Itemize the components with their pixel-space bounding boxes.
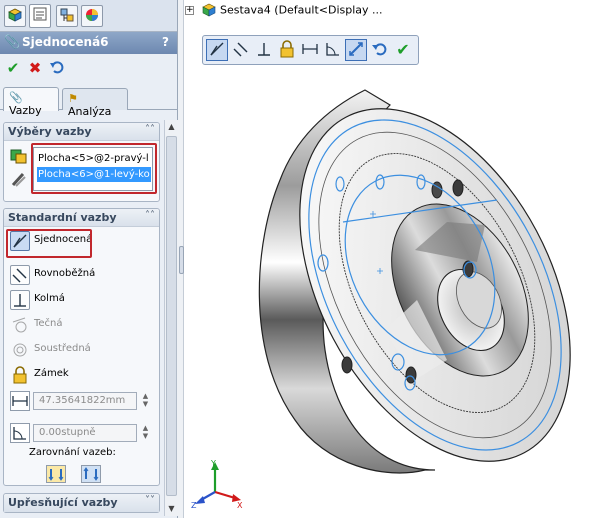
- expand-chevron-icon[interactable]: ˅˅: [145, 495, 155, 506]
- help-button[interactable]: ?: [162, 35, 169, 49]
- distance-value-field[interactable]: 47.35641822mm: [33, 392, 137, 410]
- feature-manager-icon: [8, 8, 22, 22]
- property-manager-title-bar: 📎 Sjednocená6 ?: [0, 32, 177, 54]
- property-manager-icon: [33, 7, 47, 21]
- display-manager-icon: [86, 9, 98, 21]
- tangent-label: Tečná: [34, 318, 63, 329]
- mate-alignment-label: Zarovnání vazeb:: [29, 447, 116, 458]
- scroll-thumb[interactable]: [166, 136, 177, 496]
- triad-x-label: X: [237, 501, 243, 510]
- property-manager-scroll-area: Výběry vazby ˄˄ Plocha<5>@2-pravý-l Ploc…: [0, 112, 178, 518]
- paperclip-icon: 📎: [9, 91, 23, 104]
- property-manager-tab[interactable]: [29, 4, 51, 28]
- configuration-manager-tab[interactable]: [56, 5, 78, 27]
- standard-mates-header[interactable]: Standardní vazby ˄˄: [4, 209, 159, 227]
- display-manager-tab[interactable]: [81, 5, 103, 27]
- mate-selection-entities-icon: [9, 147, 29, 168]
- anti-aligned-icon: [81, 465, 101, 483]
- triad-z-label: Z: [191, 501, 197, 510]
- splitter-grip-icon[interactable]: [179, 246, 184, 274]
- mate-subtabs: 📎 Vazby ⚑ Analýza: [0, 82, 177, 118]
- angle-icon[interactable]: [10, 423, 30, 446]
- solidworks-window: 📎 Sjednocená6 ? ✔ ✖ 📎 Vazby ⚑ Analýza Vý…: [0, 0, 590, 518]
- reference-triad: Y X Z: [191, 459, 243, 510]
- collapse-chevron-icon[interactable]: ˄˄: [145, 210, 155, 221]
- mate-selections-header[interactable]: Výběry vazby ˄˄: [4, 123, 159, 141]
- selection-highlight-frame: [31, 143, 157, 194]
- panel-splitter[interactable]: [178, 0, 184, 518]
- triad-y-label: Y: [210, 459, 216, 468]
- tab-mates[interactable]: 📎 Vazby: [3, 87, 59, 117]
- advanced-mates-title: Upřesňující vazby: [8, 496, 118, 509]
- graphics-area[interactable]: + Sestava4 (Default<Display ... ✔ Y X Z: [185, 0, 590, 518]
- standard-mates-group: Standardní vazby ˄˄ Sjednocená Rovnoběžn…: [3, 208, 160, 486]
- mate-selections-group: Výběry vazby ˄˄ Plocha<5>@2-pravý-l Ploc…: [3, 122, 160, 202]
- aligned-icon: [46, 465, 66, 483]
- parallel-icon: [10, 265, 30, 285]
- cancel-x-icon[interactable]: ✖: [26, 59, 44, 77]
- property-manager-content: Výběry vazby ˄˄ Plocha<5>@2-pravý-l Ploc…: [0, 112, 160, 518]
- lock-icon: [10, 365, 30, 385]
- concentric-label: Soustředná: [34, 343, 91, 354]
- anti-aligned-button[interactable]: [81, 465, 101, 486]
- model-view[interactable]: [185, 0, 590, 518]
- property-manager-panel: 📎 Sjednocená6 ? ✔ ✖ 📎 Vazby ⚑ Analýza Vý…: [0, 0, 178, 518]
- perpendicular-icon: [10, 290, 30, 310]
- distance-spinner[interactable]: ▲ ▼: [139, 392, 152, 410]
- tab-analysis[interactable]: ⚑ Analýza: [62, 88, 128, 118]
- mate-selections-title: Výběry vazby: [8, 125, 92, 138]
- tangent-icon: [10, 315, 30, 335]
- concentric-icon: [10, 340, 30, 360]
- manager-tabs: [0, 0, 177, 32]
- aligned-button[interactable]: [46, 465, 66, 486]
- property-manager-scrollbar[interactable]: ▲ ▼: [164, 120, 178, 516]
- angle-spinner[interactable]: ▲ ▼: [139, 424, 152, 442]
- coincident-highlight-frame: [6, 229, 92, 258]
- advanced-mates-header[interactable]: Upřesňující vazby ˅˅: [4, 494, 159, 512]
- undo-icon: [50, 61, 64, 74]
- advanced-mates-group: Upřesňující vazby ˅˅: [3, 493, 160, 513]
- ok-check-icon[interactable]: ✔: [4, 59, 22, 77]
- property-manager-title: Sjednocená6: [22, 35, 109, 49]
- standard-mates-title: Standardní vazby: [8, 211, 117, 224]
- collapse-chevron-icon[interactable]: ˄˄: [145, 124, 155, 135]
- perpendicular-label: Kolmá: [34, 293, 65, 304]
- angle-value-field[interactable]: 0.00stupně: [33, 424, 137, 442]
- action-buttons: ✔ ✖: [0, 54, 177, 82]
- scroll-down-icon[interactable]: ▼: [165, 502, 178, 516]
- mate-clip-icon: 📎: [4, 35, 21, 50]
- analysis-icon: ⚑: [68, 92, 78, 105]
- distance-icon[interactable]: [10, 391, 30, 414]
- feature-manager-tab[interactable]: [4, 5, 26, 27]
- configuration-manager-icon: [60, 8, 74, 22]
- paperclip-push-icon[interactable]: [9, 171, 29, 192]
- parallel-label: Rovnoběžná: [34, 268, 96, 279]
- scroll-up-icon[interactable]: ▲: [165, 120, 178, 134]
- undo-button[interactable]: [48, 59, 66, 77]
- lock-label: Zámek: [34, 368, 69, 379]
